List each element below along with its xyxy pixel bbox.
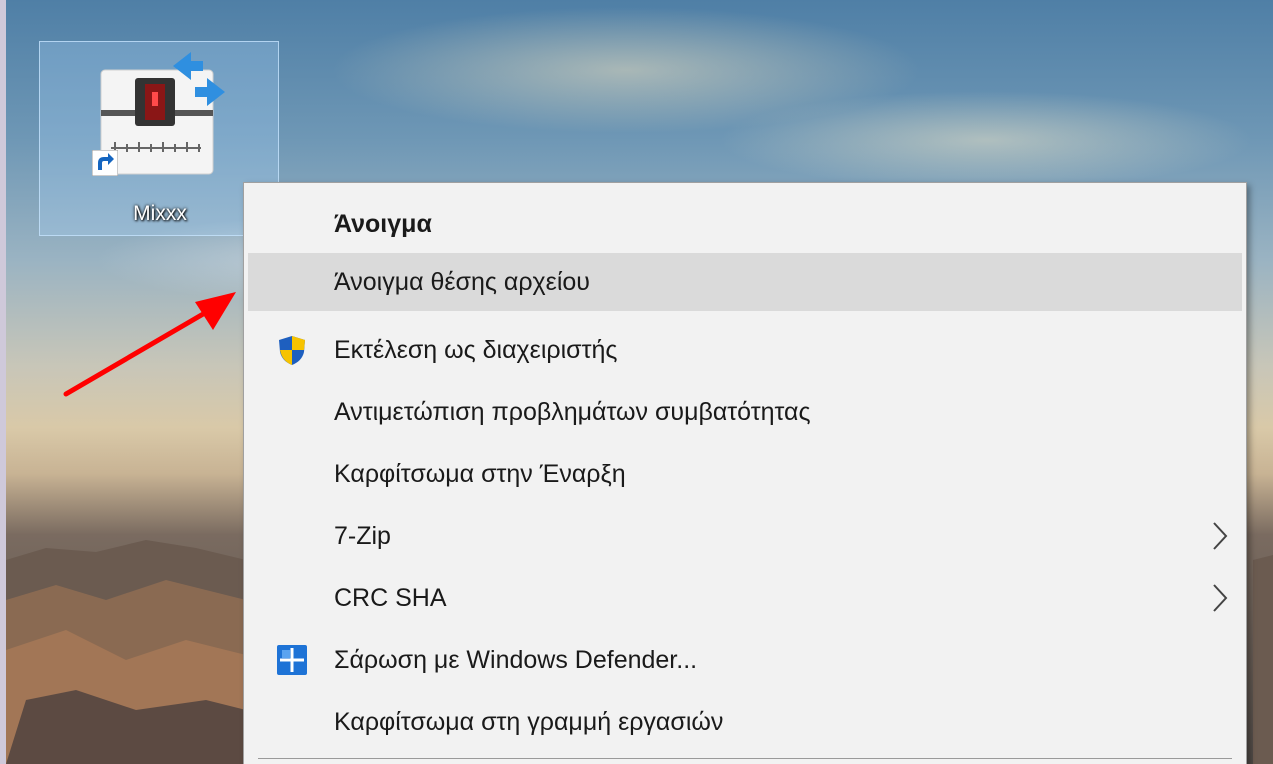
menu-item-label: Σάρωση με Windows Defender...	[334, 645, 698, 674]
menu-item-label: Άνοιγμα	[334, 209, 432, 238]
chevron-right-icon	[1213, 584, 1228, 612]
uac-shield-icon	[279, 336, 305, 365]
menu-item-troubleshoot-compatibility[interactable]: Αντιμετώπιση προβλημάτων συμβατότητας	[248, 383, 1242, 441]
menu-item-label: 7-Zip	[334, 521, 391, 550]
menu-item-crc-sha[interactable]: CRC SHA	[248, 569, 1242, 627]
context-menu: Άνοιγμα Άνοιγμα θέσης αρχείου Εκτέλεση ω…	[243, 182, 1247, 764]
menu-item-label: CRC SHA	[334, 583, 447, 612]
menu-item-run-as-admin[interactable]: Εκτέλεση ως διαχειριστής	[248, 321, 1242, 379]
shortcut-arrow-icon	[92, 150, 118, 176]
menu-separator	[258, 758, 1232, 759]
menu-item-label: Εκτέλεση ως διαχειριστής	[334, 335, 618, 364]
menu-item-pin-to-start[interactable]: Καρφίτσωμα στην Έναρξη	[248, 445, 1242, 503]
menu-item-scan-windows-defender[interactable]: Σάρωση με Windows Defender...	[248, 631, 1242, 689]
menu-item-label: Καρφίτσωμα στη γραμμή εργασιών	[334, 707, 724, 736]
menu-item-7zip[interactable]: 7-Zip	[248, 507, 1242, 565]
windows-defender-icon	[277, 645, 307, 675]
red-arrow-annotation	[63, 292, 236, 397]
menu-item-open[interactable]: Άνοιγμα	[248, 195, 1242, 253]
chevron-right-icon	[1213, 522, 1228, 550]
menu-item-label: Καρφίτσωμα στην Έναρξη	[334, 459, 626, 488]
menu-item-label: Αντιμετώπιση προβλημάτων συμβατότητας	[334, 397, 811, 426]
menu-item-pin-to-taskbar[interactable]: Καρφίτσωμα στη γραμμή εργασιών	[248, 693, 1242, 751]
menu-item-open-file-location[interactable]: Άνοιγμα θέσης αρχείου	[248, 253, 1242, 311]
menu-item-label: Άνοιγμα θέσης αρχείου	[334, 267, 590, 296]
